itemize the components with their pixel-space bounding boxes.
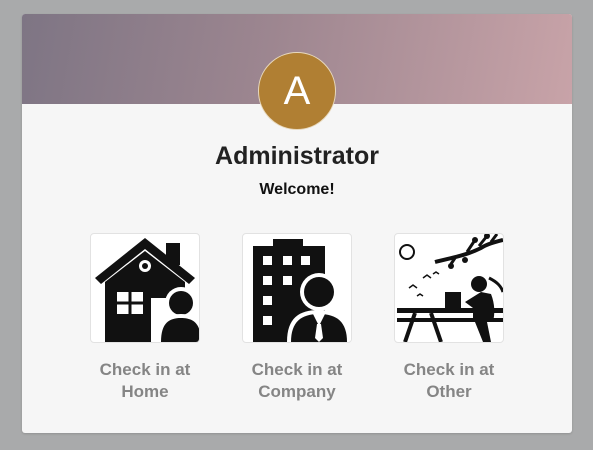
company-tile[interactable] bbox=[242, 233, 352, 343]
check-in-company-label: Check in at Company bbox=[251, 360, 343, 401]
home-icon bbox=[95, 238, 199, 342]
office-building-icon bbox=[253, 239, 351, 342]
user-name: Administrator bbox=[215, 142, 379, 170]
home-tile[interactable] bbox=[90, 233, 200, 343]
avatar: A bbox=[258, 52, 336, 130]
check-in-home-label: Check in at Home bbox=[99, 360, 191, 401]
profile-card: A Administrator Welcome! Check in at Hom… bbox=[22, 14, 572, 433]
check-in-other-label: Check in at Other bbox=[403, 360, 495, 401]
welcome-text: Welcome! bbox=[259, 181, 335, 198]
check-in-home-button[interactable]: Check in at Home bbox=[80, 233, 210, 403]
check-in-other-button[interactable]: Check in at Other bbox=[384, 233, 514, 403]
check-in-company-button[interactable]: Check in at Company bbox=[232, 233, 362, 403]
outdoor-work-icon bbox=[397, 234, 503, 342]
other-tile[interactable] bbox=[394, 233, 504, 343]
